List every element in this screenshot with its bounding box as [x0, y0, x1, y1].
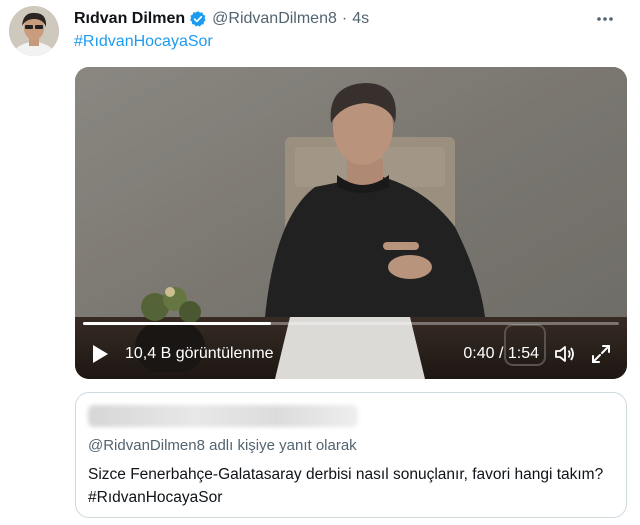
view-count: 10,4 B görüntülenme [125, 345, 274, 362]
more-options-icon[interactable] [594, 8, 616, 30]
video-progress-bar[interactable] [83, 322, 619, 325]
quoted-tweet-text: Sizce Fenerbahçe-Galatasaray derbisi nas… [88, 466, 604, 506]
video-controls: 10,4 B görüntülenme 0:40 / 1:54 [75, 339, 627, 369]
author-handle[interactable]: @RidvanDilmen8 [212, 10, 337, 28]
author-avatar[interactable] [9, 6, 59, 56]
volume-icon[interactable] [553, 342, 577, 366]
video-progress-fill [83, 322, 271, 325]
quoted-tweet[interactable]: @RidvanDilmen8 adlı kişiye yanıt olarak … [75, 392, 627, 518]
blurred-quoted-author [88, 405, 358, 427]
fullscreen-icon[interactable] [589, 342, 613, 366]
tweet-header: Rıdvan Dilmen @RidvanDilmen8 · 4s [74, 8, 624, 30]
video-timecode: 0:40 / 1:54 [463, 345, 539, 362]
play-icon[interactable] [91, 344, 109, 364]
reply-context: @RidvanDilmen8 adlı kişiye yanıt olarak [88, 437, 357, 454]
separator-dot: · [341, 10, 348, 27]
author-name[interactable]: Rıdvan Dilmen [74, 10, 185, 28]
tweet-timestamp[interactable]: 4s [352, 10, 369, 28]
hashtag-link[interactable]: #RıdvanHocayaSor [74, 33, 213, 51]
verified-badge-icon [189, 10, 207, 28]
video-player[interactable]: 10,4 B görüntülenme 0:40 / 1:54 [75, 67, 627, 379]
video-frame [75, 67, 627, 379]
